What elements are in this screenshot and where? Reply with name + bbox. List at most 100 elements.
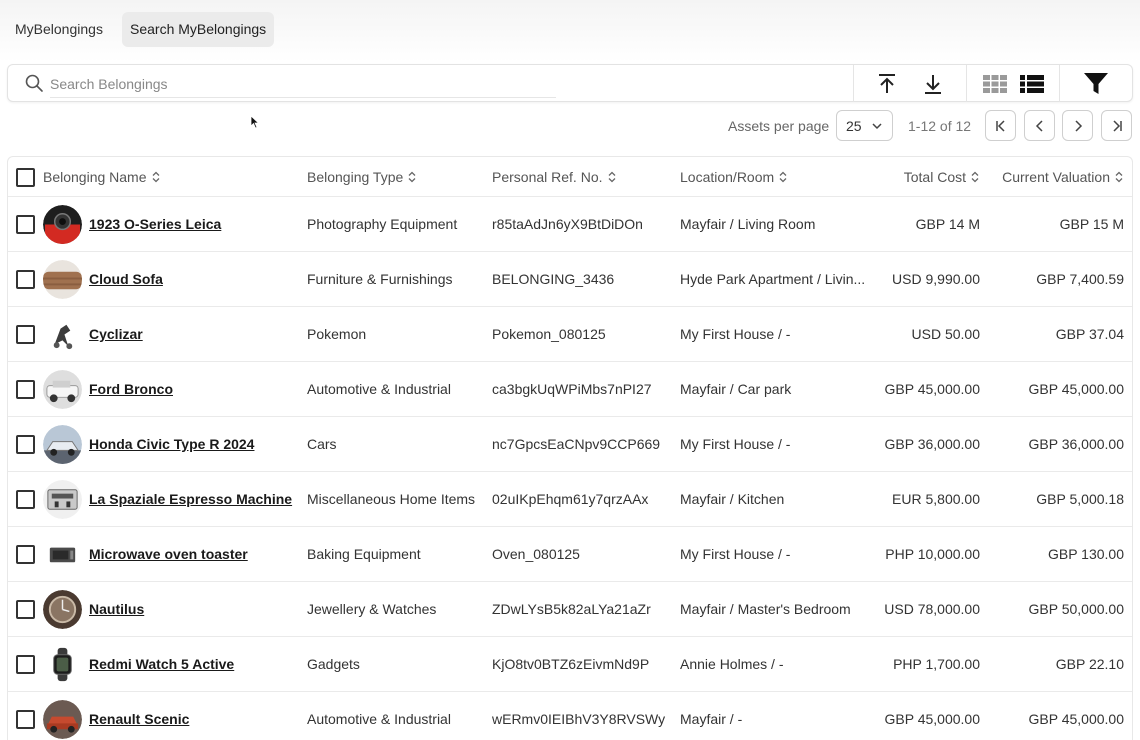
current-valuation: GBP 45,000.00 [1028,381,1124,397]
table-row[interactable]: Ford Bronco Automotive & Industrial ca3b… [8,362,1132,417]
personal-ref: wERmv0IEIBhV3Y8RVSWy [492,711,666,727]
row-checkbox[interactable] [16,435,35,454]
row-checkbox[interactable] [16,710,35,729]
tab-mybelongings[interactable]: MyBelongings [7,12,111,47]
location-room: Mayfair / Master's Bedroom [680,601,851,617]
table-row[interactable]: Cloud Sofa Furniture & Furnishings BELON… [8,252,1132,307]
table-row[interactable]: Honda Civic Type R 2024 Cars nc7GpcsEaCN… [8,417,1132,472]
belonging-type: Gadgets [307,656,360,672]
table-row[interactable]: Microwave oven toaster Baking Equipment … [8,527,1132,582]
current-valuation: GBP 5,000.18 [1036,491,1124,507]
total-cost: EUR 5,800.00 [892,491,980,507]
belonging-type: Cars [307,436,337,452]
location-room: Mayfair / - [680,711,743,727]
row-checkbox[interactable] [16,325,35,344]
location-room: Mayfair / Kitchen [680,491,785,507]
belonging-type: Automotive & Industrial [307,381,451,397]
location-room: My First House / - [680,436,791,452]
belonging-name-link[interactable]: Cloud Sofa [89,271,163,287]
column-header-label: Belonging Type [307,168,404,185]
row-checkbox[interactable] [16,600,35,619]
first-page-button[interactable] [985,110,1016,141]
table-row[interactable]: Cyclizar Pokemon Pokemon_080125 My First… [8,307,1132,362]
table-row[interactable]: La Spaziale Espresso Machine Miscellaneo… [8,472,1132,527]
row-checkbox[interactable] [16,270,35,289]
belonging-thumbnail [43,535,82,574]
search-input[interactable] [50,71,556,98]
belonging-name-link[interactable]: Redmi Watch 5 Active [89,656,234,672]
table-row[interactable]: Redmi Watch 5 Active Gadgets KjO8tv0BTZ6… [8,637,1132,692]
personal-ref: ca3bgkUqWPiMbs7nPI27 [492,381,652,397]
location-room: Mayfair / Car park [680,381,792,397]
belonging-name-link[interactable]: Ford Bronco [89,381,173,397]
toolbar-divider [1059,65,1060,102]
belonging-type: Miscellaneous Home Items [307,491,476,507]
column-header-label: Total Cost [903,168,966,185]
table-row[interactable]: 1923 O-Series Leica Photography Equipmen… [8,197,1132,252]
next-page-button[interactable] [1062,110,1093,141]
belonging-type: Pokemon [307,326,367,342]
belonging-thumbnail [43,590,82,629]
column-header-label: Belonging Name [43,168,147,185]
search-icon [25,74,43,92]
chevron-down-icon [872,123,882,130]
sort-icon [971,171,979,182]
table-row[interactable]: Renault Scenic Automotive & Industrial w… [8,692,1132,740]
list-view-icon[interactable] [1020,72,1044,96]
upload-icon[interactable] [875,72,899,96]
total-cost: PHP 10,000.00 [885,546,980,562]
sort-icon [608,171,615,182]
row-checkbox[interactable] [16,215,35,234]
belonging-thumbnail [43,700,82,739]
row-checkbox[interactable] [16,380,35,399]
table-row[interactable]: Nautilus Jewellery & Watches ZDwLYsB5k82… [8,582,1132,637]
row-checkbox[interactable] [16,545,35,564]
belonging-thumbnail [43,645,82,684]
search-toolbar [7,64,1133,102]
belonging-name-link[interactable]: Nautilus [89,601,144,617]
belonging-name-link[interactable]: Honda Civic Type R 2024 [89,436,254,452]
grid-view-icon[interactable] [983,72,1007,96]
chevron-left-icon [1035,119,1043,132]
belonging-thumbnail [43,315,82,354]
belonging-type: Photography Equipment [307,216,458,232]
personal-ref: 02uIKpEhqm61y7qrzAAx [492,491,649,507]
personal-ref: Oven_080125 [492,546,580,562]
total-cost: USD 50.00 [911,326,980,342]
column-header-belonging-type[interactable]: Belonging Type [307,157,487,196]
belonging-thumbnail [43,480,82,519]
row-checkbox[interactable] [16,490,35,509]
column-header-location[interactable]: Location/Room [680,157,870,196]
belonging-name-link[interactable]: Cyclizar [89,326,143,342]
filter-icon[interactable] [1084,72,1108,96]
row-checkbox[interactable] [16,655,35,674]
assets-per-page-select[interactable]: 25 [836,110,893,141]
column-header-current-valuation[interactable]: Current Valuation [988,157,1124,196]
belonging-name-link[interactable]: 1923 O-Series Leica [89,216,221,232]
current-valuation: GBP 22.10 [1055,656,1124,672]
toolbar-divider [966,65,967,102]
first-page-icon [995,119,1005,132]
personal-ref: r85taAdJn6yX9BtDiDOn [492,216,643,232]
assets-per-page-value: 25 [846,118,862,134]
download-icon[interactable] [921,72,945,96]
belonging-type: Furniture & Furnishings [307,271,453,287]
column-header-personal-ref[interactable]: Personal Ref. No. [492,157,672,196]
table-header-row: Belonging Name Belonging Type Personal R… [8,157,1132,197]
belonging-name-link[interactable]: Renault Scenic [89,711,189,727]
total-cost: USD 78,000.00 [884,601,980,617]
location-room: Annie Holmes / - [680,656,784,672]
belonging-name-link[interactable]: Microwave oven toaster [89,546,248,562]
tab-search-mybelongings[interactable]: Search MyBelongings [122,12,275,47]
last-page-button[interactable] [1101,110,1132,141]
location-room: My First House / - [680,326,791,342]
belonging-name-link[interactable]: La Spaziale Espresso Machine [89,491,292,507]
select-all-checkbox[interactable] [16,168,35,187]
current-valuation: GBP 50,000.00 [1028,601,1124,617]
personal-ref: nc7GpcsEaCNpv9CCP669 [492,436,661,452]
location-room: Hyde Park Apartment / Livin... [680,271,866,287]
column-header-total-cost[interactable]: Total Cost [873,157,980,196]
column-header-label: Personal Ref. No. [492,168,603,185]
previous-page-button[interactable] [1024,110,1055,141]
column-header-belonging-name[interactable]: Belonging Name [43,157,257,196]
